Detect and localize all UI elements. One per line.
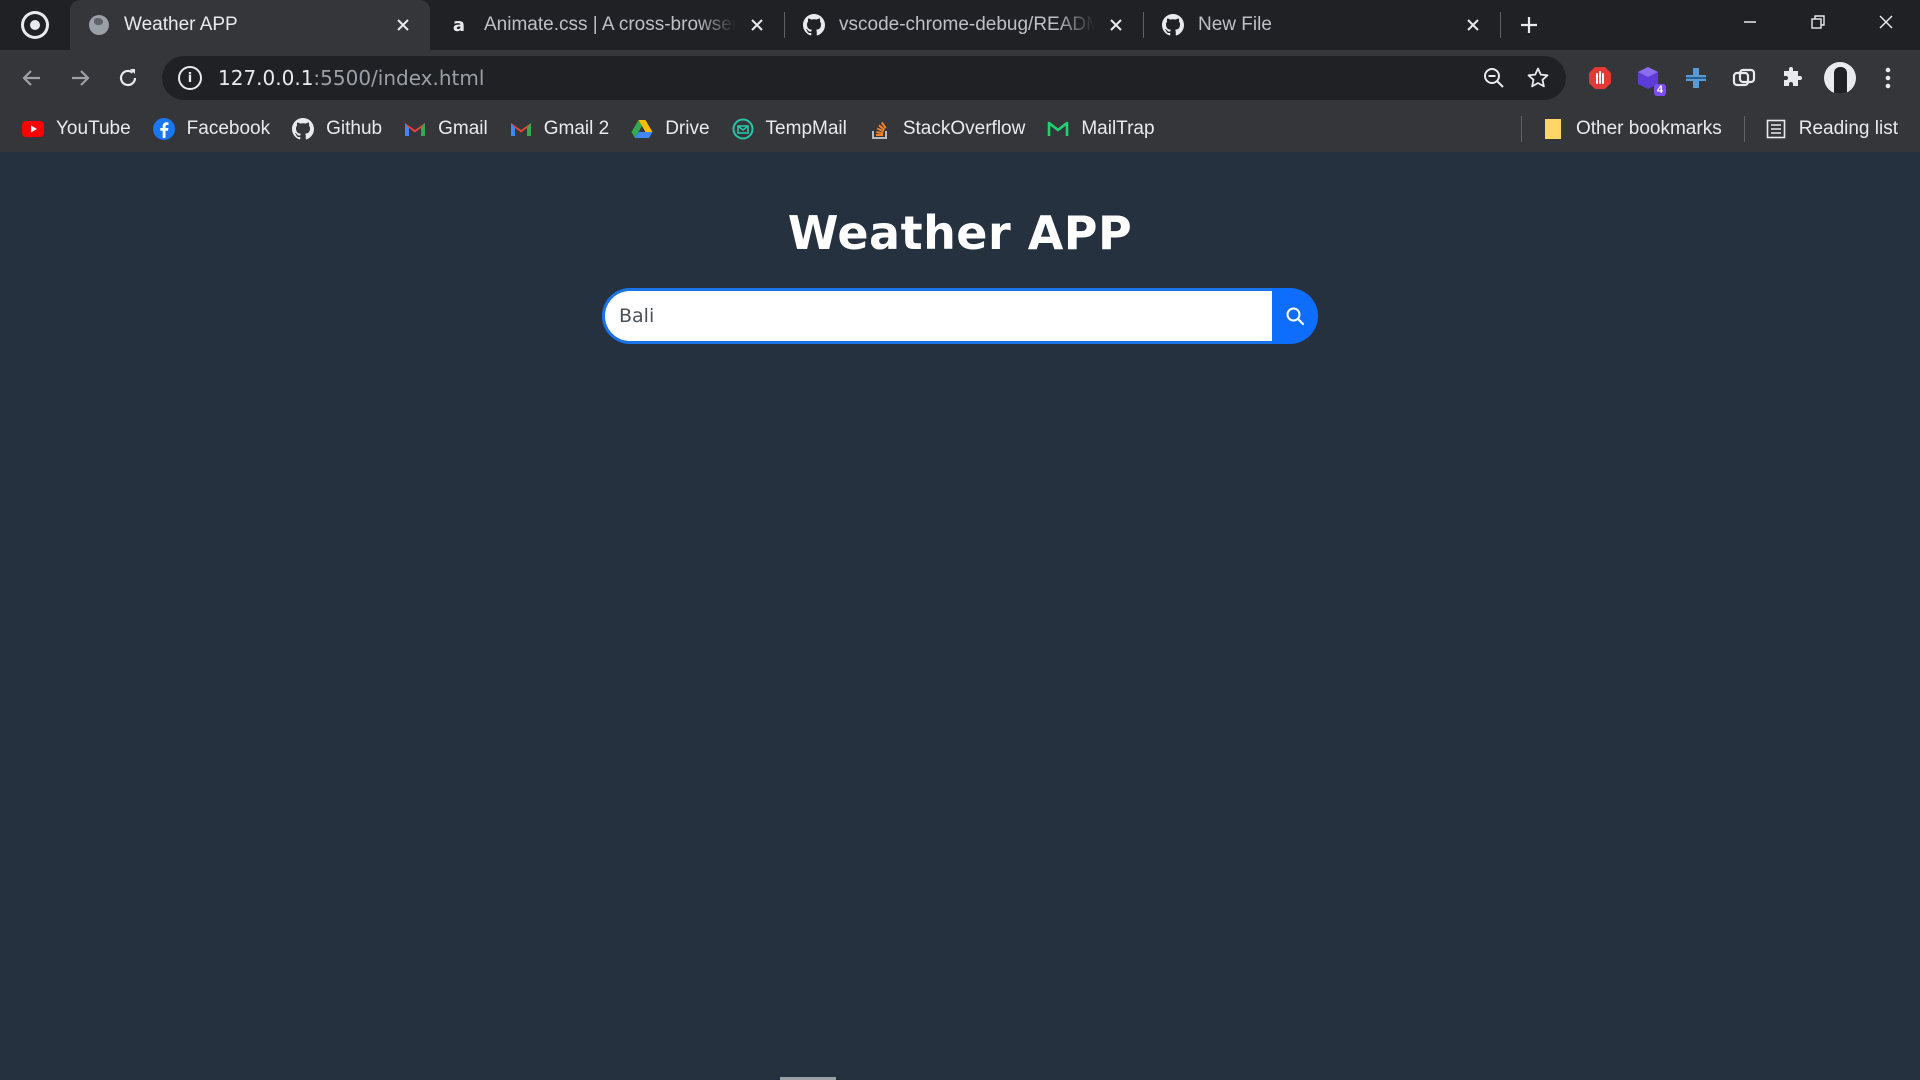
bookmark-label: StackOverflow [902, 118, 1026, 139]
restore-icon [1811, 15, 1825, 29]
github-icon [292, 118, 315, 140]
new-tab-button[interactable] [1501, 0, 1557, 50]
close-icon [1879, 15, 1893, 29]
animate-icon: a [452, 14, 466, 36]
back-button[interactable] [8, 54, 56, 102]
tab-title: vscode-chrome-debug/README.md [839, 14, 1095, 35]
gmail-icon [404, 118, 426, 140]
tab-title: Animate.css | A cross-browser library of… [484, 14, 736, 35]
adblock-hand-icon [1589, 67, 1611, 89]
avatar [1824, 62, 1856, 94]
bookmark-mailtrap[interactable]: MailTrap [1037, 111, 1166, 147]
bookmark-label: Drive [665, 118, 710, 139]
tempmail-icon [732, 118, 754, 140]
arrow-left-icon [22, 70, 40, 86]
drive-icon [631, 118, 653, 140]
github-icon [803, 14, 825, 36]
globe-icon [88, 14, 110, 36]
tab-vscode-chrome-debug[interactable]: vscode-chrome-debug/README.md [785, 0, 1143, 50]
reading-list[interactable]: Reading list [1755, 111, 1910, 147]
other-bookmarks-label: Other bookmarks [1575, 118, 1722, 139]
search-button[interactable] [1272, 288, 1318, 344]
close-icon[interactable] [1105, 14, 1127, 36]
bookmark-gmail[interactable]: Gmail [394, 111, 500, 147]
reading-list-label: Reading list [1798, 118, 1898, 139]
extension-purple-button[interactable]: 4 [1624, 54, 1672, 102]
bookmark-label: Github [326, 118, 383, 139]
facebook-icon [152, 118, 175, 140]
minimize-button[interactable] [1716, 0, 1784, 44]
bookmarks-bar: YouTube Facebook Github Gmail Gmail 2 Dr… [0, 106, 1920, 152]
tab-title: New File [1198, 14, 1272, 35]
browser-toolbar: i 127.0.0.1:5500/index.html 4 [0, 50, 1920, 106]
tab-strip: Weather APP a Animate.css | A cross-brow… [0, 0, 1920, 50]
bookmarks-right: Other bookmarks Reading list [1511, 111, 1910, 147]
tab-weather-app[interactable]: Weather APP [70, 0, 430, 50]
extension-cross-button[interactable] [1672, 54, 1720, 102]
reload-icon [119, 69, 137, 87]
bookmark-separator [1743, 116, 1745, 142]
close-icon[interactable] [1462, 14, 1484, 36]
window-controls [1716, 0, 1920, 44]
city-search-input[interactable] [602, 288, 1272, 344]
bookmark-stackoverflow[interactable]: StackOverflow [859, 111, 1037, 147]
minimize-icon [1744, 21, 1756, 23]
bookmark-label: YouTube [56, 118, 131, 139]
plus-icon [1521, 17, 1537, 33]
search-form [602, 288, 1318, 344]
extension-link-button[interactable] [1720, 54, 1768, 102]
tab-animate-css[interactable]: a Animate.css | A cross-browser library … [430, 0, 784, 50]
restore-button[interactable] [1784, 0, 1852, 44]
mailtrap-icon [1047, 118, 1069, 140]
profile-button[interactable] [1816, 54, 1864, 102]
extensions-area: 4 [1576, 54, 1912, 102]
blue-cross-icon [1686, 68, 1706, 88]
stackoverflow-icon [869, 118, 891, 140]
bookmark-github[interactable]: Github [282, 111, 394, 147]
bookmark-label: Facebook [186, 118, 271, 139]
forward-button[interactable] [56, 54, 104, 102]
tab-new-file[interactable]: New File [1144, 0, 1500, 50]
page-title: Weather APP [787, 206, 1133, 260]
bookmark-drive[interactable]: Drive [621, 111, 721, 147]
menu-button[interactable] [1864, 54, 1912, 102]
bookmark-separator [1520, 116, 1522, 142]
pinned-tab-whatsapp[interactable] [0, 0, 70, 50]
bookmark-facebook[interactable]: Facebook [143, 111, 282, 147]
youtube-icon [22, 118, 44, 140]
bookmark-label: Gmail 2 [543, 118, 610, 139]
gmail-icon [510, 118, 532, 140]
bookmark-label: Gmail [438, 118, 488, 139]
puzzle-icon [1784, 67, 1802, 86]
github-icon [1162, 14, 1184, 36]
info-icon[interactable]: i [178, 66, 202, 90]
reload-button[interactable] [104, 54, 152, 102]
link-icon [1732, 68, 1756, 87]
folder-icon [1542, 118, 1564, 140]
bookmark-gmail-2[interactable]: Gmail 2 [500, 111, 621, 147]
bookmark-label: TempMail [765, 118, 847, 139]
extension-adblock-button[interactable] [1576, 54, 1624, 102]
other-bookmarks[interactable]: Other bookmarks [1532, 111, 1734, 147]
whatsapp-icon [21, 11, 49, 39]
reading-list-icon [1765, 118, 1787, 140]
extensions-button[interactable] [1768, 54, 1816, 102]
address-bar[interactable]: i 127.0.0.1:5500/index.html [162, 56, 1566, 100]
zoom-out-icon[interactable] [1482, 66, 1506, 90]
search-icon [1286, 307, 1305, 326]
arrow-right-icon [72, 70, 90, 86]
bookmark-youtube[interactable]: YouTube [12, 111, 143, 147]
address-url[interactable]: 127.0.0.1:5500/index.html [218, 66, 484, 90]
page-content: Weather APP [0, 152, 1920, 1080]
kebab-menu-icon [1885, 67, 1891, 89]
extension-badge: 4 [1653, 84, 1666, 96]
star-icon[interactable] [1526, 66, 1550, 90]
close-icon[interactable] [392, 14, 414, 36]
tab-title: Weather APP [124, 14, 238, 35]
close-icon[interactable] [746, 14, 768, 36]
bookmark-label: MailTrap [1081, 118, 1155, 139]
close-window-button[interactable] [1852, 0, 1920, 44]
bookmark-tempmail[interactable]: TempMail [722, 111, 859, 147]
